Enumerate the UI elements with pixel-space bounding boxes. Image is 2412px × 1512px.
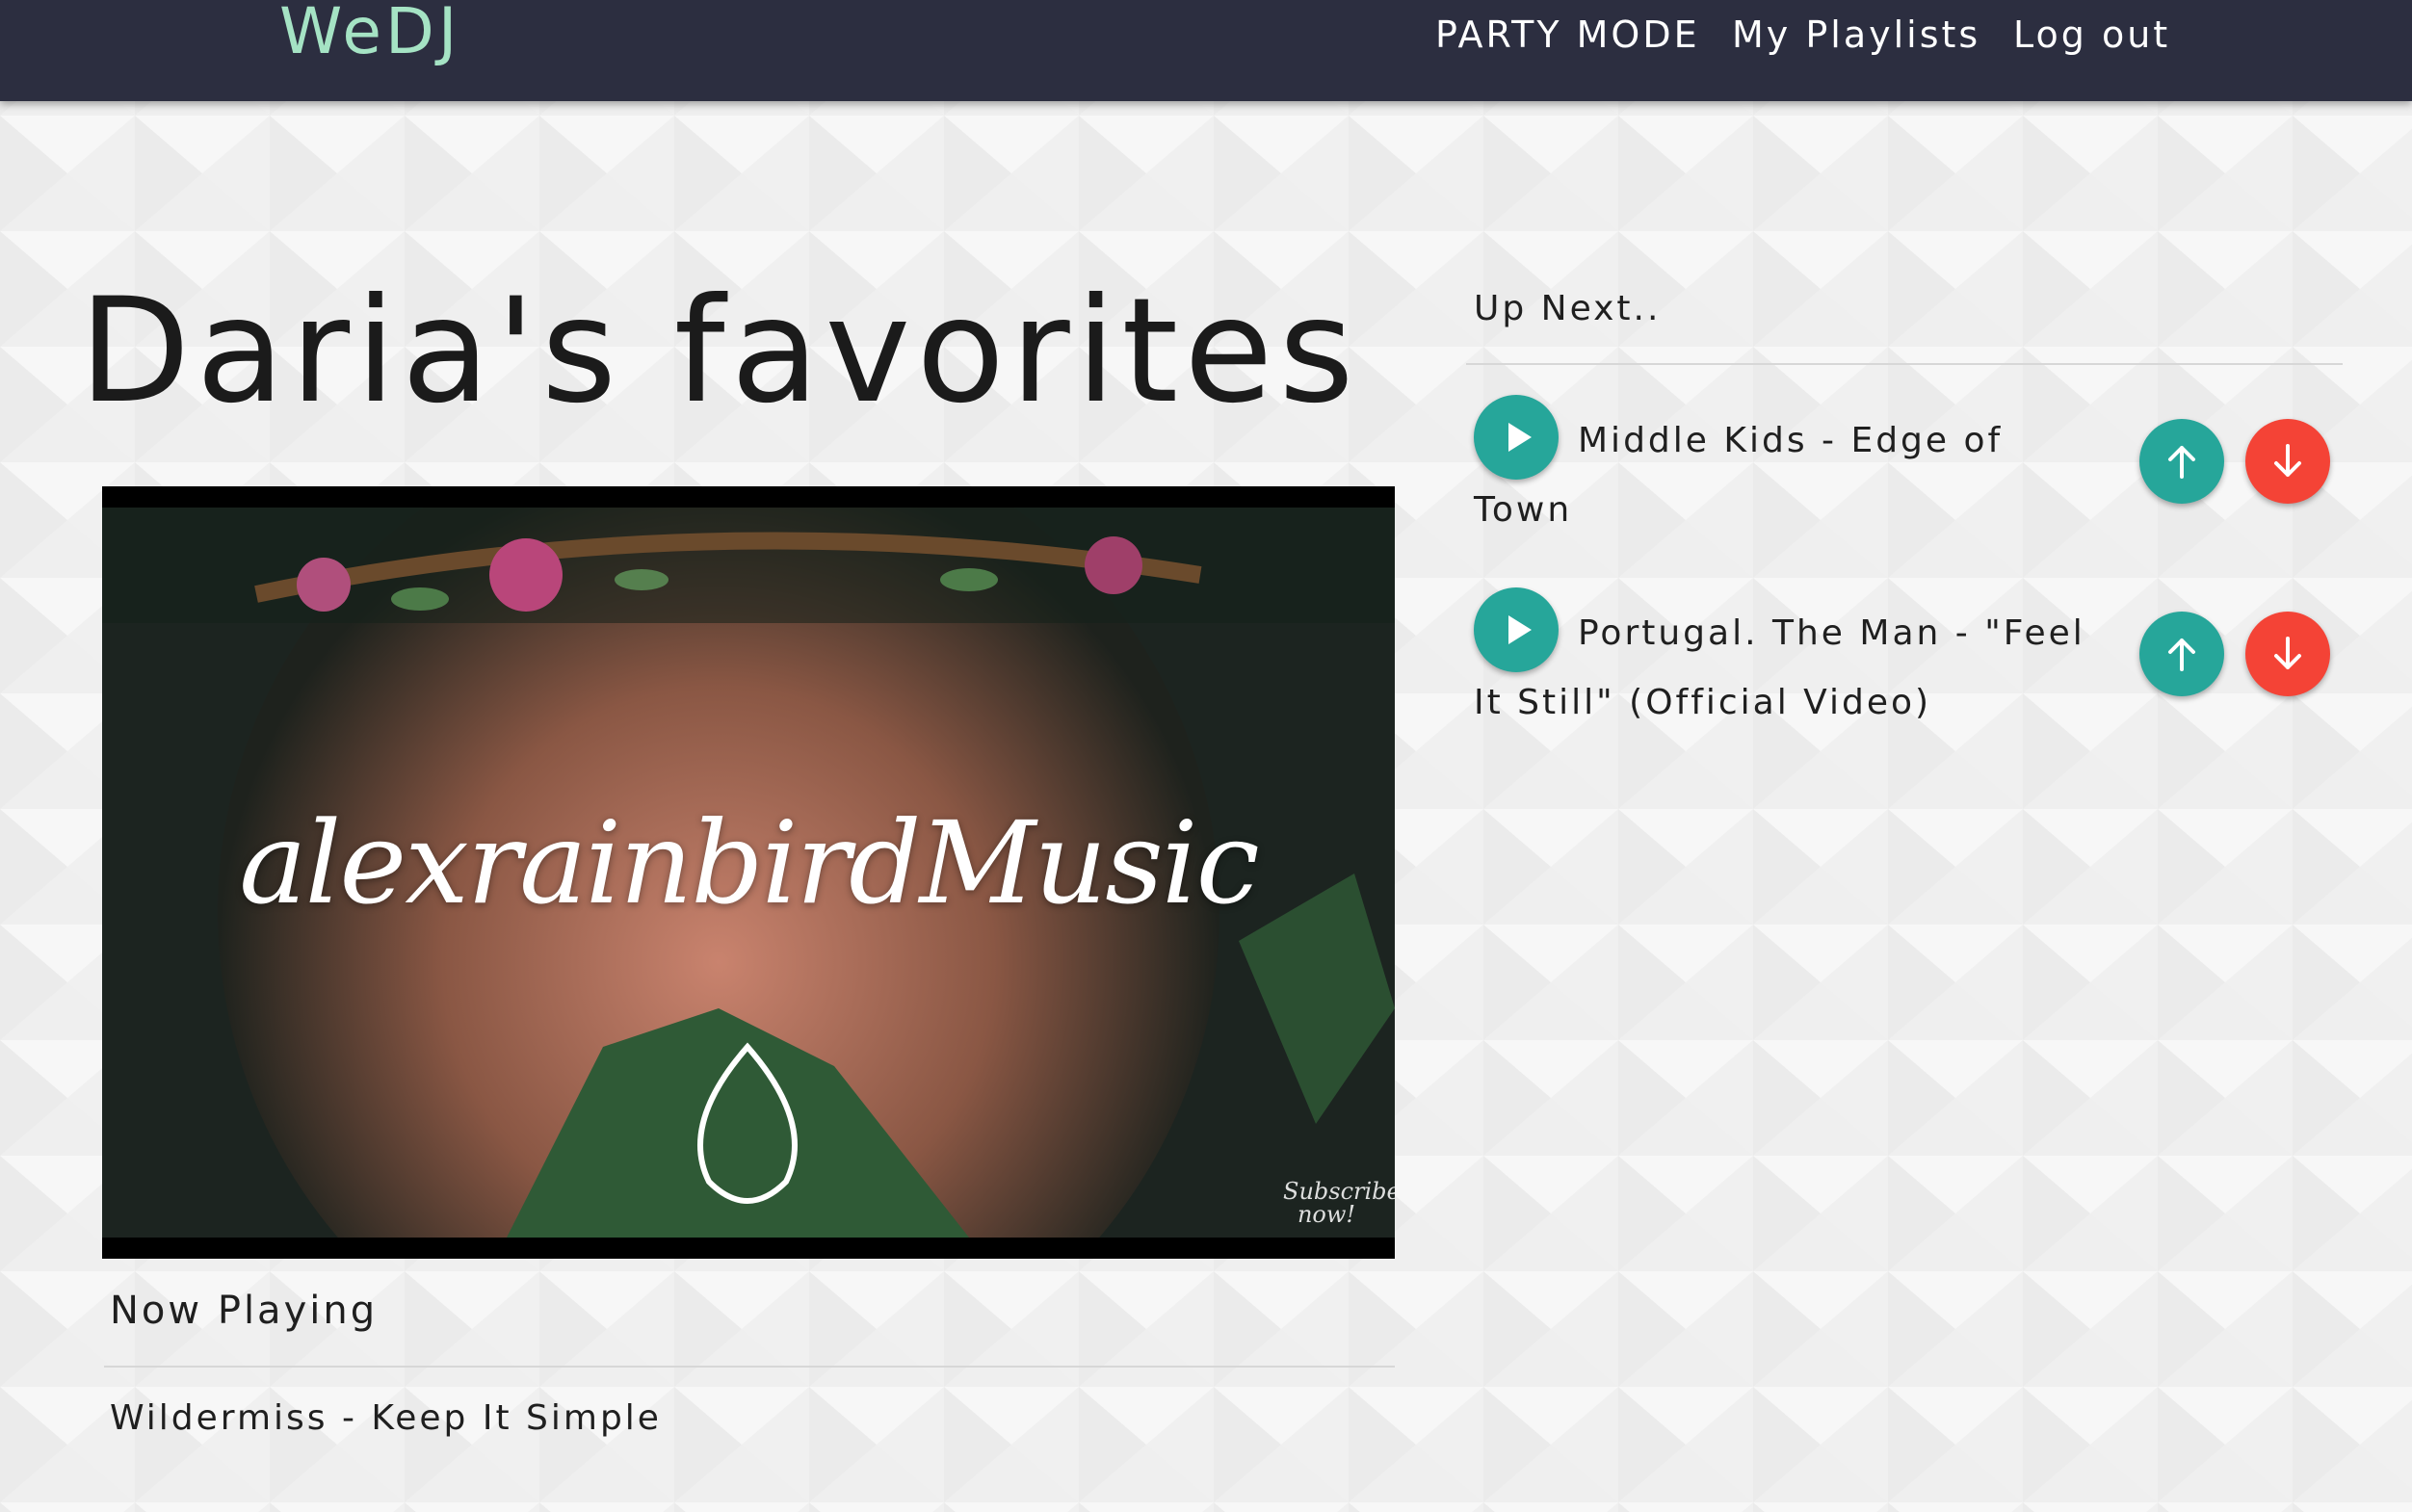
arrow-down-icon [2274,444,2301,477]
play-button[interactable] [1474,587,1559,672]
subscribe-text[interactable]: Subscribe now! [1283,1180,1395,1226]
queue-track-title: Middle Kids - Edge of Town [1474,421,2004,530]
up-next-divider [1466,363,2343,365]
video-thumbnail: alexrainbirdMusic Subscribe now! [102,508,1395,1238]
queue-item: Middle Kids - Edge of Town [1474,395,2341,539]
video-watermark-text: alexrainbirdMusic [239,796,1259,929]
now-playing-label: Now Playing [110,1289,379,1333]
arrow-down-icon [2274,637,2301,669]
arrow-up-icon [2168,446,2195,479]
downvote-button[interactable] [2245,419,2330,504]
upvote-button[interactable] [2139,419,2224,504]
queue-track-title: Portugal. The Man - "Feel It Still" (Off… [1474,613,2085,722]
nav-party-mode[interactable]: PARTY MODE [1435,13,1700,56]
arrow-up-icon [2168,639,2195,671]
nav-log-out[interactable]: Log out [2013,13,2170,56]
brand-logo[interactable]: WeDJ [279,0,460,68]
now-playing-track: Wildermiss - Keep It Simple [110,1398,662,1438]
upvote-button[interactable] [2139,612,2224,696]
play-button[interactable] [1474,395,1559,480]
video-player[interactable]: alexrainbirdMusic Subscribe now! [102,486,1395,1259]
downvote-button[interactable] [2245,612,2330,696]
top-navbar: WeDJ PARTY MODE My Playlists Log out [0,0,2412,101]
up-next-label: Up Next.. [1474,289,1662,328]
queue-item: Portugal. The Man - "Feel It Still" (Off… [1474,587,2341,732]
playlist-title: Daria's favorites [79,268,1360,435]
now-playing-divider [104,1366,1395,1368]
nav-my-playlists[interactable]: My Playlists [1732,13,1980,56]
